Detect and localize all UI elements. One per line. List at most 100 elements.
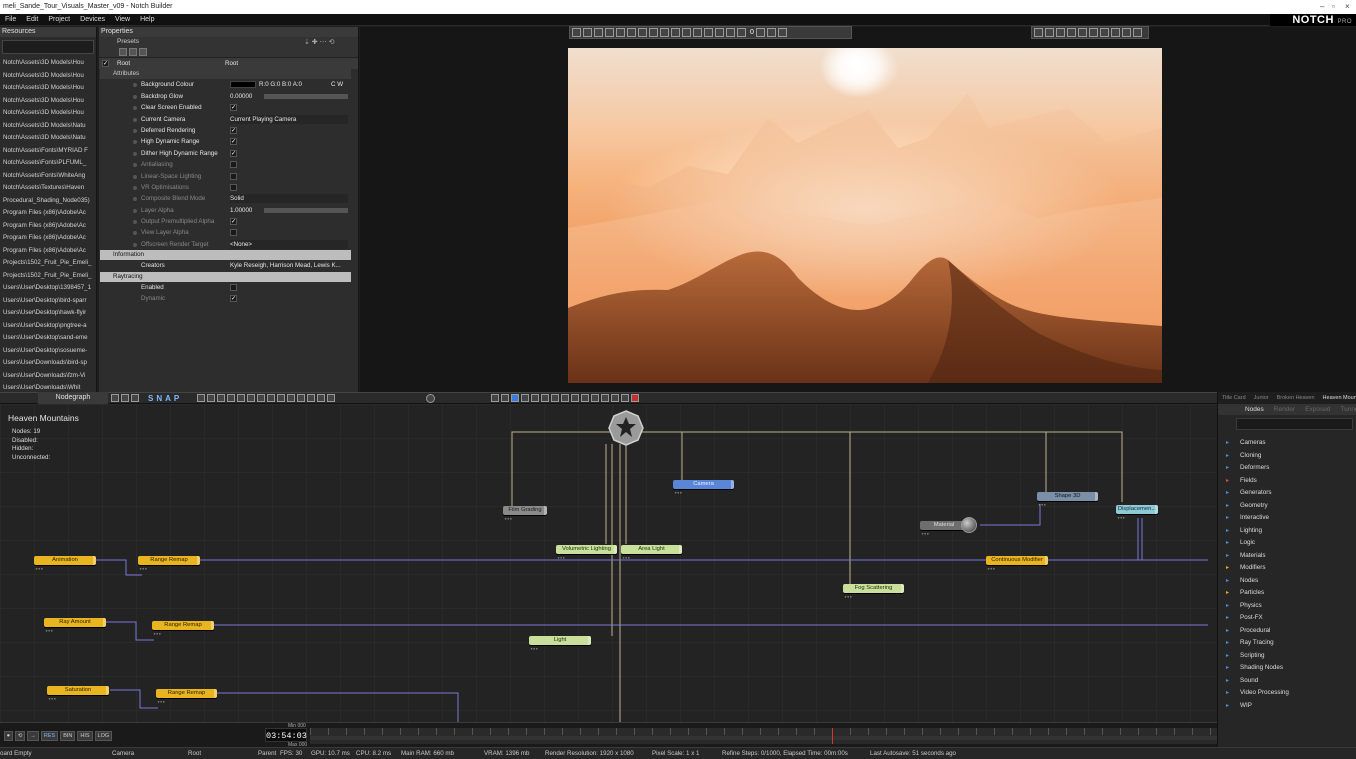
category-generators[interactable]: Generators — [1218, 487, 1356, 500]
resource-item[interactable]: Users\User\Desktop\pngtree-a — [0, 320, 96, 333]
category-cloning[interactable]: Cloning — [1218, 450, 1356, 463]
section-information[interactable]: Information — [100, 250, 351, 261]
node-output-port[interactable] — [731, 480, 734, 489]
attribute-checkbox[interactable]: ✓ — [230, 149, 237, 157]
layer-tab[interactable]: Junior — [1250, 395, 1273, 401]
layers-icon-2[interactable] — [561, 394, 569, 402]
node-output-port[interactable] — [197, 556, 200, 565]
keyframe-dot-icon[interactable] — [133, 128, 137, 133]
copy-icon[interactable] — [111, 394, 119, 402]
resource-item[interactable]: Notch\Assets\3D Models\Hou — [0, 82, 96, 95]
attribute-checkbox[interactable] — [230, 229, 237, 237]
node-film-grading[interactable]: Film Grading — [503, 506, 547, 515]
close-icon[interactable]: × — [1345, 0, 1350, 14]
attribute-slider[interactable] — [264, 93, 348, 99]
node-ports[interactable]: ∘∘∘ — [921, 531, 929, 537]
node-output-port[interactable] — [106, 686, 109, 695]
view-icon[interactable] — [327, 394, 335, 402]
category-deformers[interactable]: Deformers — [1218, 462, 1356, 475]
nodes-search-input[interactable] — [1236, 418, 1353, 430]
timeline-button[interactable]: RES — [40, 731, 59, 741]
keyframe-dot-icon[interactable] — [133, 197, 137, 202]
node-output-port[interactable] — [103, 618, 106, 627]
keyframe-dot-icon[interactable] — [133, 174, 137, 179]
attribute-row[interactable]: Backdrop Glow 0.00000 — [99, 91, 358, 102]
target-icon-2[interactable] — [317, 394, 325, 402]
resource-item[interactable]: Users\User\Downloads\bird-sp — [0, 357, 96, 370]
sync-icon[interactable] — [521, 394, 529, 402]
resource-item[interactable]: Notch\Assets\Fonts\MYRIAD F — [0, 145, 96, 158]
category-fields[interactable]: Fields — [1218, 475, 1356, 488]
node-ports[interactable]: ∘∘∘ — [987, 566, 995, 572]
node-output-port[interactable] — [1045, 556, 1048, 565]
menu-file[interactable]: File — [0, 14, 21, 26]
frame-all-icon[interactable] — [207, 394, 215, 402]
debug-icon[interactable] — [737, 28, 746, 37]
attribute-row[interactable]: Clear Screen Enabled ✓ — [99, 102, 358, 113]
timeline-button[interactable]: → — [27, 731, 39, 741]
resource-item[interactable]: Notch\Assets\3D Models\Natu — [0, 120, 96, 133]
alert-icon[interactable] — [631, 394, 639, 402]
node-ports[interactable]: ∘∘∘ — [1038, 502, 1046, 508]
node-fog-scattering[interactable]: Fog Scattering — [843, 584, 904, 593]
list-icon[interactable] — [571, 394, 579, 402]
node-output-port[interactable] — [679, 545, 682, 554]
node-output-port[interactable] — [544, 506, 547, 515]
attribute-row[interactable]: Deferred Rendering ✓ — [99, 125, 358, 136]
keys-icon[interactable] — [591, 394, 599, 402]
resources-search-input[interactable] — [2, 40, 94, 54]
menu-help[interactable]: Help — [135, 14, 159, 26]
gear-icon[interactable] — [424, 393, 435, 403]
section-raytracing[interactable]: Raytracing — [100, 271, 351, 282]
move-icon[interactable] — [572, 28, 581, 37]
node-output-port[interactable] — [93, 556, 96, 565]
tab-nodegraph[interactable]: Nodegraph — [38, 392, 108, 404]
resource-item[interactable]: Users\User\Desktop\bird-sparr — [0, 295, 96, 308]
disable-icon[interactable] — [287, 394, 295, 402]
grid-icon[interactable] — [660, 28, 669, 37]
keyframe-dot-icon[interactable] — [133, 220, 137, 225]
filter-icon[interactable] — [119, 48, 127, 56]
target-icon[interactable] — [1034, 28, 1043, 37]
raytracing-row[interactable]: Dynamic ✓ — [99, 293, 358, 304]
resource-item[interactable]: Program Files (x86)\Adobe\Ac — [0, 245, 96, 258]
node-output-port[interactable] — [1155, 505, 1158, 514]
category-nodes[interactable]: Nodes — [1218, 575, 1356, 588]
category-post-fx[interactable]: Post-FX — [1218, 612, 1356, 625]
keyframe-dot-icon[interactable] — [133, 242, 137, 247]
node-ports[interactable]: ∘∘∘ — [139, 566, 147, 572]
menu-edit[interactable]: Edit — [21, 14, 43, 26]
attribute-value[interactable]: 1.00000 — [230, 205, 252, 216]
node-output-port[interactable] — [214, 689, 217, 698]
frame-icon[interactable] — [1078, 28, 1087, 37]
category-logic[interactable]: Logic — [1218, 537, 1356, 550]
section-attributes[interactable]: Attributes — [100, 69, 351, 80]
category-shading-nodes[interactable]: Shading Nodes — [1218, 662, 1356, 675]
attribute-checkbox[interactable] — [230, 172, 237, 180]
timeline-button[interactable]: ⟲ — [14, 731, 26, 741]
stats-icon[interactable] — [693, 28, 702, 37]
render-icon[interactable] — [491, 394, 499, 402]
resource-item[interactable]: Notch\Assets\Textures\Haven — [0, 182, 96, 195]
node-shape-3d[interactable]: Shape 3D — [1037, 492, 1098, 501]
align-icon[interactable] — [217, 394, 225, 402]
resource-item[interactable]: Notch\Assets\3D Models\Hou — [0, 95, 96, 108]
layer-tab[interactable]: Heaven Mounta — [1319, 395, 1356, 401]
root-row[interactable]: ✓ Root Root — [99, 58, 358, 70]
playhead[interactable] — [832, 728, 833, 744]
root-checkbox[interactable]: ✓ — [102, 60, 109, 67]
dope-icon[interactable] — [601, 394, 609, 402]
attribute-checkbox[interactable] — [230, 161, 237, 169]
attribute-row[interactable]: VR Optimisations — [99, 182, 358, 193]
attribute-row[interactable]: Background Colour R:0 G:0 B:0 A:0 C W — [99, 79, 358, 90]
pan-icon[interactable] — [1045, 28, 1054, 37]
attribute-checkbox[interactable]: ✓ — [230, 218, 237, 226]
nodes-panel-tab[interactable]: Tunnel — [1340, 406, 1356, 413]
resource-item[interactable]: Procedural_Shading_Node035) — [0, 195, 96, 208]
resource-item[interactable]: Projects\1502_Fruit_Pie_Emeli_ — [0, 257, 96, 270]
timeline-bar[interactable] — [310, 736, 1217, 740]
node-ports[interactable]: ∘∘∘ — [153, 631, 161, 637]
delete-icon[interactable] — [131, 394, 139, 402]
node-range-remap-3[interactable]: Range Remap — [156, 689, 217, 698]
attribute-value[interactable]: 0.00000 — [230, 91, 252, 102]
